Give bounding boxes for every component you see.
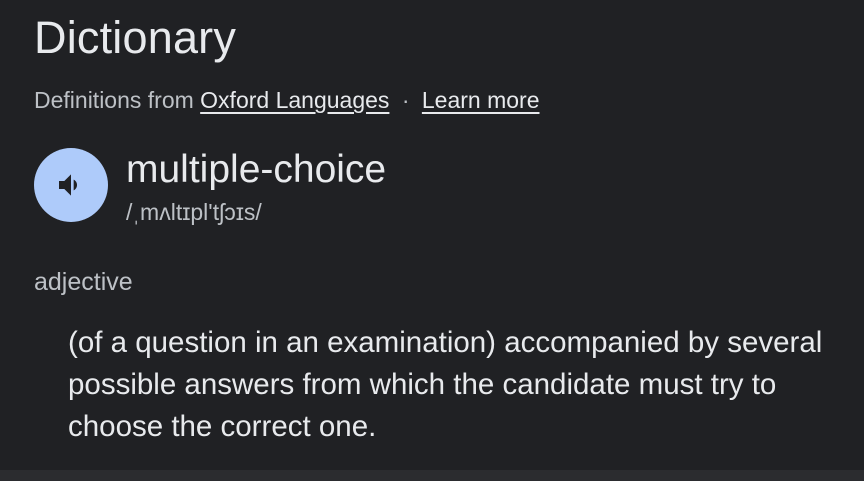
speaker-icon (55, 169, 87, 201)
pronunciation-audio-button[interactable] (34, 148, 108, 222)
learn-more-link[interactable]: Learn more (422, 87, 540, 113)
phonetic-spelling: /ˌmʌltɪpl'tʃɔɪs/ (126, 199, 262, 225)
source-line: Definitions from Oxford Languages · Lear… (34, 85, 540, 115)
source-separator: · (401, 87, 410, 113)
definition-text: (of a question in an examination) accomp… (68, 326, 823, 443)
part-of-speech: adjective (34, 268, 133, 296)
headword: multiple-choice (126, 148, 387, 191)
panel-divider (0, 470, 864, 481)
dictionary-title: Dictionary (34, 12, 237, 63)
dictionary-panel: Dictionary Definitions from Oxford Langu… (0, 0, 864, 470)
oxford-languages-link[interactable]: Oxford Languages (200, 87, 389, 113)
source-prefix: Definitions from (34, 87, 194, 113)
